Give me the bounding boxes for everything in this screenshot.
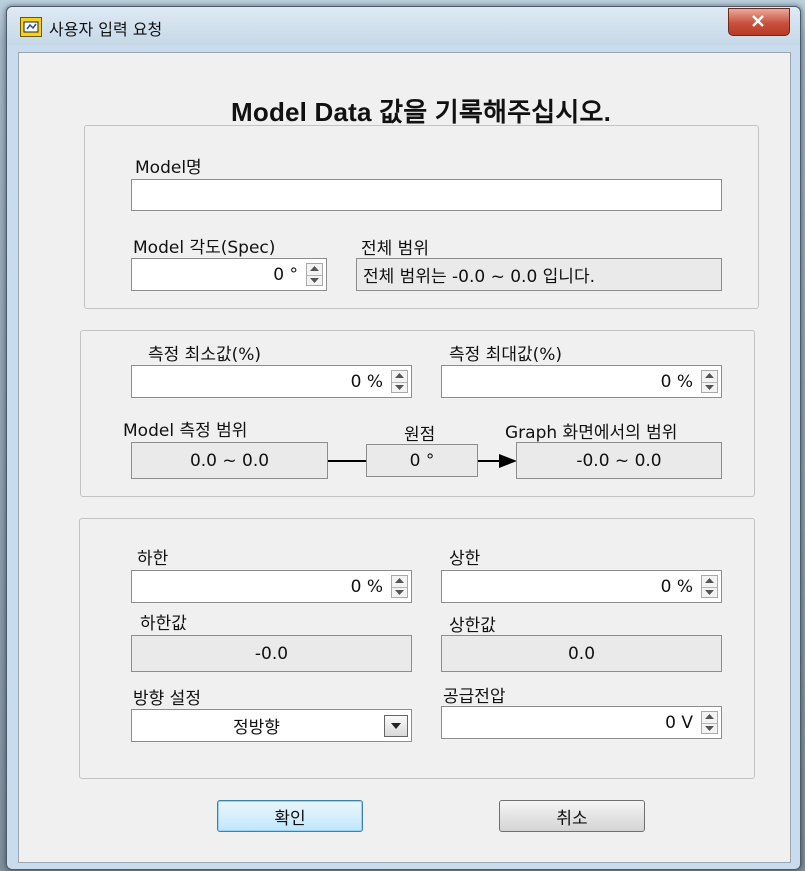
arrow-right-icon <box>499 454 517 468</box>
upper-result-display: 0.0 <box>441 635 722 672</box>
close-icon <box>752 15 764 27</box>
upper-limit-input[interactable]: 0 % <box>441 570 722 603</box>
dialog-body: Model Data 값을 기록해주십시오. Model명 Model 각도(S… <box>18 52 791 863</box>
full-range-label: 전체 범위 <box>361 239 429 259</box>
model-range-label: Model 측정 범위 <box>123 421 248 441</box>
spin-arrows-icon[interactable] <box>391 370 408 393</box>
lower-result-display: -0.0 <box>131 635 412 672</box>
lower-limit-value: 0 % <box>350 576 383 597</box>
upper-limit-label: 상한 <box>449 549 481 569</box>
connector-line <box>328 460 366 462</box>
measure-min-input[interactable]: 0 % <box>131 365 412 398</box>
direction-select[interactable]: 정방향 <box>131 709 412 742</box>
measure-max-input[interactable]: 0 % <box>441 365 722 398</box>
model-range-display: 0.0 ~ 0.0 <box>131 442 328 479</box>
origin-label: 원점 <box>404 425 436 445</box>
window-title: 사용자 입력 요청 <box>49 20 163 39</box>
lower-limit-label: 하한 <box>137 549 169 569</box>
model-name-label: Model명 <box>135 158 202 178</box>
voltage-label: 공급전압 <box>443 687 506 707</box>
spin-arrows-icon[interactable] <box>701 575 718 598</box>
graph-range-label: Graph 화면에서의 범위 <box>505 423 678 443</box>
upper-limit-value: 0 % <box>660 576 693 597</box>
measure-max-label: 측정 최대값(%) <box>449 345 563 365</box>
spin-arrows-icon[interactable] <box>391 575 408 598</box>
spin-arrows-icon[interactable] <box>701 370 718 393</box>
dialog-window: 사용자 입력 요청 Model Data 값을 기록해주십시오. Model명 … <box>6 6 801 870</box>
measure-min-value: 0 % <box>350 371 383 392</box>
ok-button[interactable]: 확인 <box>217 800 363 832</box>
direction-value: 정방향 <box>233 718 280 738</box>
direction-label: 방향 설정 <box>133 689 201 709</box>
model-angle-value: 0 ° <box>273 264 298 285</box>
cancel-button[interactable]: 취소 <box>499 800 645 832</box>
measure-max-value: 0 % <box>660 371 693 392</box>
page-title: Model Data 값을 기록해주십시오. <box>231 97 612 127</box>
close-button[interactable] <box>728 8 790 36</box>
upper-result-label: 상한값 <box>449 616 496 636</box>
full-range-display: 전체 범위는 -0.0 ~ 0.0 입니다. <box>356 258 722 291</box>
model-name-input[interactable] <box>131 179 722 211</box>
voltage-input[interactable]: 0 V <box>441 706 722 739</box>
model-angle-label: Model 각도(Spec) <box>133 238 276 258</box>
spin-arrows-icon[interactable] <box>701 711 718 734</box>
lower-result-label: 하한값 <box>140 614 187 634</box>
model-angle-input[interactable]: 0 ° <box>131 258 327 291</box>
labview-icon <box>20 17 42 37</box>
lower-limit-input[interactable]: 0 % <box>131 570 412 603</box>
voltage-value: 0 V <box>665 712 693 733</box>
dropdown-arrow-icon[interactable] <box>384 715 408 737</box>
measure-min-label: 측정 최소값(%) <box>148 345 262 365</box>
title-bar[interactable]: 사용자 입력 요청 <box>7 7 800 45</box>
graph-range-display: -0.0 ~ 0.0 <box>516 442 722 479</box>
origin-display: 0 ° <box>366 444 478 477</box>
spin-arrows-icon[interactable] <box>306 263 323 286</box>
